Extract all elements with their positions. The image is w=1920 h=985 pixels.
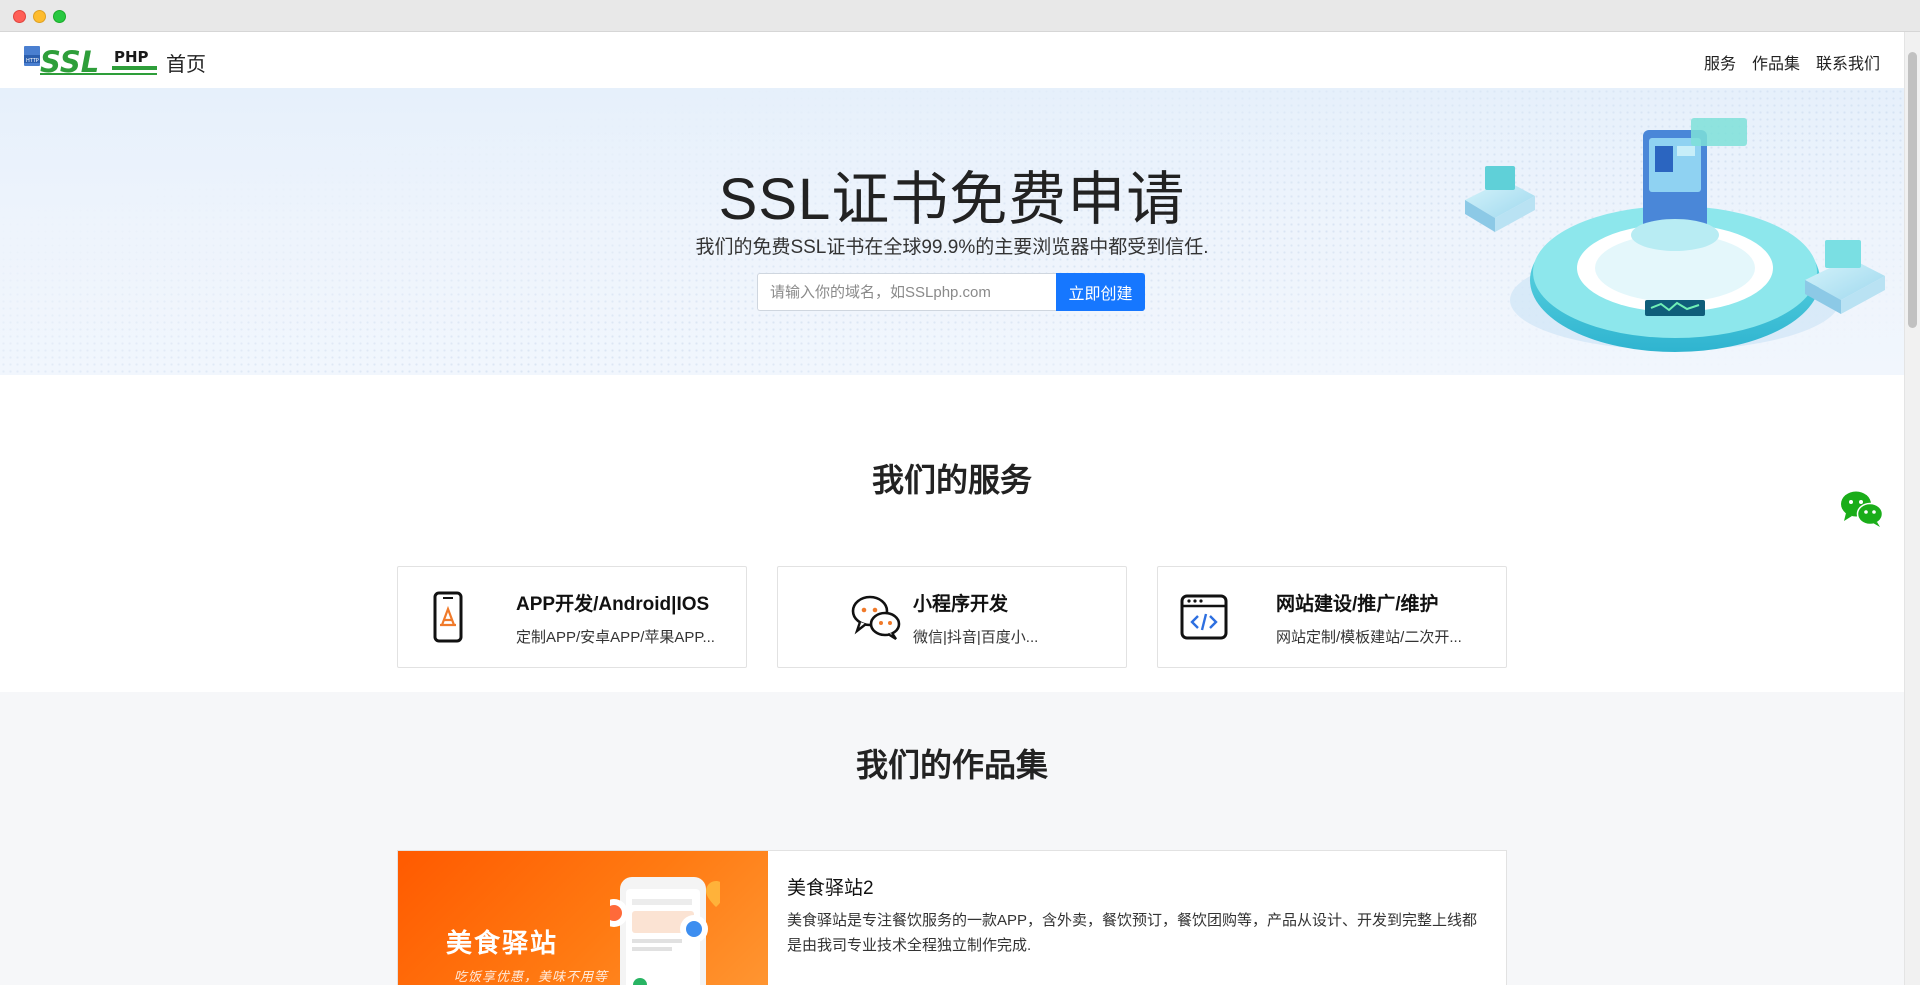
thumbnail-slogan: 吃饭享优惠，美味不用等: [454, 969, 609, 984]
domain-search-form: 立即创建: [757, 273, 1145, 311]
hero-server-illustration-icon: [1465, 118, 1885, 352]
chat-bubbles-icon: [851, 595, 901, 641]
portfolio-title: 我们的作品集: [855, 747, 1048, 783]
hero-banner: SSL证书免费申请 我们的免费SSL证书在全球99.9%的主要浏览器中都受到信任…: [0, 88, 1904, 375]
services-title: 我们的服务: [871, 462, 1032, 498]
service-title: APP开发/Android|IOS: [516, 594, 710, 615]
service-card-website[interactable]: 网站建设/推广/维护 网站定制/模板建站/二次开...: [1157, 566, 1507, 668]
nav-link-services[interactable]: 服务: [1704, 50, 1736, 74]
page-scrollbar[interactable]: [1904, 32, 1920, 985]
nav-link-portfolio[interactable]: 作品集: [1752, 50, 1800, 74]
code-window-icon: [1180, 594, 1228, 640]
wechat-icon[interactable]: [1840, 490, 1884, 528]
window-maximize-button[interactable]: [53, 10, 66, 23]
nav-link-contact[interactable]: 联系我们: [1816, 50, 1880, 74]
portfolio-card[interactable]: 美食驿站 吃饭享优惠，美味不用等 美食驿站2 美食驿站是专注餐饮服务的一款APP…: [397, 850, 1507, 985]
browser-titlebar: [0, 0, 1920, 32]
service-card-miniprogram[interactable]: 小程序开发 微信|抖音|百度小...: [777, 566, 1127, 668]
service-title: 网站建设/推广/维护: [1276, 594, 1439, 615]
nav-links: 服务 作品集 联系我们: [1704, 50, 1880, 74]
service-desc: 定制APP/安卓APP/苹果APP...: [516, 629, 715, 646]
site-logo[interactable]: HTTP SSL PHP: [22, 42, 158, 79]
nav-home-link[interactable]: 首页: [166, 48, 206, 77]
window-close-button[interactable]: [13, 10, 26, 23]
service-title: 小程序开发: [913, 594, 1009, 615]
thumbnail-app-name: 美食驿站: [446, 928, 559, 958]
phone-mockup-icon: [610, 877, 720, 985]
svg-text:PHP: PHP: [114, 48, 149, 66]
service-desc: 微信|抖音|百度小...: [913, 629, 1039, 646]
service-desc: 网站定制/模板建站/二次开...: [1276, 629, 1462, 646]
scrollbar-thumb[interactable]: [1908, 52, 1917, 328]
portfolio-item-title[interactable]: 美食驿站2: [787, 873, 874, 900]
phone-app-icon: [433, 591, 463, 643]
domain-input[interactable]: [757, 273, 1056, 311]
svg-text:HTTP: HTTP: [26, 58, 39, 64]
service-card-app[interactable]: APP开发/Android|IOS 定制APP/安卓APP/苹果APP...: [397, 566, 747, 668]
portfolio-thumbnail[interactable]: 美食驿站 吃饭享优惠，美味不用等: [398, 851, 768, 985]
services-section: 我们的服务 APP开发/Android|IOS 定制APP/安卓APP/苹果AP…: [0, 375, 1904, 692]
create-now-button[interactable]: 立即创建: [1056, 273, 1145, 311]
window-minimize-button[interactable]: [33, 10, 46, 23]
portfolio-section: 我们的作品集 美食驿站 吃饭享优惠，美味不用等 美食驿站2 美食驿站是专注餐饮服…: [0, 692, 1904, 985]
top-navbar: HTTP SSL PHP 首页 服务 作品集 联系我们: [0, 32, 1904, 88]
portfolio-item-desc: 美食驿站是专注餐饮服务的一款APP，含外卖，餐饮预订，餐饮团购等，产品从设计、开…: [787, 912, 1478, 954]
